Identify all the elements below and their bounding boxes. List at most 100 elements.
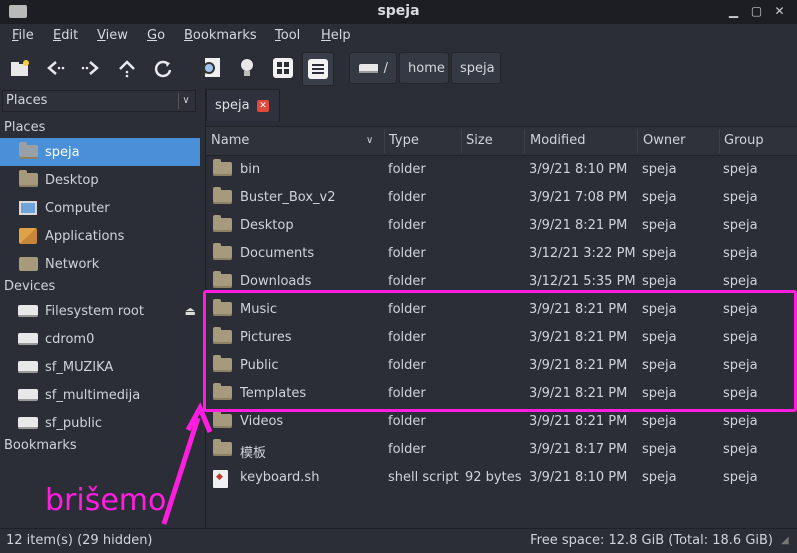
find-files-button[interactable] [196,52,226,84]
up-button[interactable] [112,52,142,84]
back-button[interactable] [40,52,70,84]
table-row[interactable]: Desktop folder 3/9/21 8:21 PM speja speja [206,212,797,240]
status-bar: 12 item(s) (29 hidden) Free space: 12.8 … [0,528,797,553]
cell-group: speja [723,218,758,233]
column-type[interactable]: Type [389,133,419,148]
window-title: speja [377,3,420,19]
menu-file[interactable]: File [12,28,34,43]
drive-icon [18,417,38,429]
column-group[interactable]: Group [724,133,764,148]
column-owner[interactable]: Owner [643,133,685,148]
list-view-icon [308,59,328,79]
cell-name: Buster_Box_v2 [240,190,336,205]
cell-type: folder [388,274,426,289]
cell-type: shell script [388,470,459,485]
toolbar: / home speja [0,48,797,88]
cell-group: speja [723,414,758,429]
cell-name: bin [240,162,261,177]
minimize-icon[interactable]: ▁ [725,3,742,20]
menu-help[interactable]: Help [321,28,351,43]
column-divider[interactable] [461,129,462,153]
table-row[interactable]: Documents folder 3/12/21 3:22 PM speja speja [206,240,797,268]
new-folder-icon [11,60,29,76]
search-icon [200,58,220,78]
combo-value: Places [6,93,48,108]
maximize-icon[interactable]: ▢ [748,3,765,20]
cell-group: speja [723,162,758,177]
sidebar-item-speja[interactable]: speja [0,138,200,166]
status-item-count: 12 item(s) (29 hidden) [6,533,153,548]
column-divider[interactable] [719,129,720,153]
cell-modified: 3/9/21 8:21 PM [529,414,628,429]
icon-view-button[interactable] [268,52,298,84]
menu-bar: File Edit View Go Bookmarks Tool Help [0,24,797,48]
eject-icon[interactable]: ⏏ [185,304,196,318]
home-folder-icon [18,142,38,159]
cell-name: keyboard.sh [240,470,320,485]
tab-label: speja [215,98,250,113]
sidebar-item-sf-muzika[interactable]: sf_MUZIKA [0,353,200,381]
forward-button[interactable] [76,52,106,84]
sidebar-item-applications[interactable]: Applications [0,222,200,250]
cell-modified: 3/12/21 3:22 PM [529,246,636,261]
bookmarks-heading: Bookmarks [4,438,77,453]
column-size[interactable]: Size [466,133,493,148]
computer-icon [19,201,37,215]
cell-modified: 3/9/21 7:08 PM [529,190,628,205]
path-root-button[interactable]: / [349,52,397,84]
menu-view[interactable]: View [97,28,128,43]
tips-button[interactable] [232,52,262,84]
cell-type: folder [388,246,426,261]
menu-bookmarks[interactable]: Bookmarks [184,28,257,43]
column-divider[interactable] [384,129,385,153]
highlight-box [203,290,797,412]
cell-owner: speja [642,218,677,233]
reload-button[interactable] [148,52,178,84]
path-speja-button[interactable]: speja [451,52,501,84]
path-home-button[interactable]: home [399,52,449,84]
cell-size: 92 bytes [465,470,522,485]
column-divider[interactable] [524,129,525,153]
column-divider[interactable] [637,129,638,153]
drive-icon [18,305,38,317]
tab-speja[interactable]: speja ✕ [206,89,280,121]
back-arrow-icon [47,61,65,75]
sidebar-item-desktop[interactable]: Desktop [0,166,200,194]
table-row[interactable]: Videos folder 3/9/21 8:21 PM speja speja [206,408,797,436]
sidebar-item-filesystem-root[interactable]: Filesystem root ⏏ [0,297,200,325]
list-view-button[interactable] [302,52,334,86]
sidebar-item-label: sf_MUZIKA [45,359,114,375]
table-row[interactable]: bin folder 3/9/21 8:10 PM speja speja [206,156,797,184]
menu-go[interactable]: Go [147,28,165,43]
cell-name: Downloads [240,274,312,289]
close-icon[interactable]: ✕ [771,3,788,20]
table-row[interactable]: 模板 folder 3/9/21 8:17 PM speja speja [206,436,797,464]
sidebar-item-label: sf_multimedija [45,387,141,403]
reload-icon [154,60,172,78]
menu-edit[interactable]: Edit [53,28,78,43]
column-modified[interactable]: Modified [530,133,585,148]
sidebar-item-label: speja [45,144,80,160]
status-free-space: Free space: 12.8 GiB (Total: 18.6 GiB) [530,533,773,548]
table-row[interactable]: keyboard.sh shell script 92 bytes 3/9/21 8:… [206,464,797,492]
forward-arrow-icon [81,61,99,75]
menu-tool[interactable]: Tool [275,28,300,43]
table-row[interactable]: Buster_Box_v2 folder 3/9/21 7:08 PM speja sp… [206,184,797,212]
path-speja-label: speja [460,60,495,76]
resize-grip-icon[interactable]: ◢ [781,535,795,549]
sidebar-item-network[interactable]: Network [0,250,200,278]
sidebar-item-cdrom0[interactable]: cdrom0 [0,325,200,353]
places-heading: Places [4,120,46,135]
cell-modified: 3/9/21 8:17 PM [529,442,628,457]
sort-chevron-icon: ∨ [366,135,374,146]
side-pane-mode-combo[interactable]: Places ∨ [2,90,196,112]
new-folder-button[interactable] [5,52,35,84]
sidebar-item-label: Filesystem root [45,303,144,319]
column-name[interactable]: Name [211,133,249,148]
close-tab-icon[interactable]: ✕ [257,100,269,112]
sidebar-item-computer[interactable]: Computer [0,194,200,222]
drive-icon [18,361,38,373]
drive-icon [18,333,38,345]
sidebar-item-label: Network [45,256,100,272]
sidebar-item-label: Computer [45,200,110,216]
